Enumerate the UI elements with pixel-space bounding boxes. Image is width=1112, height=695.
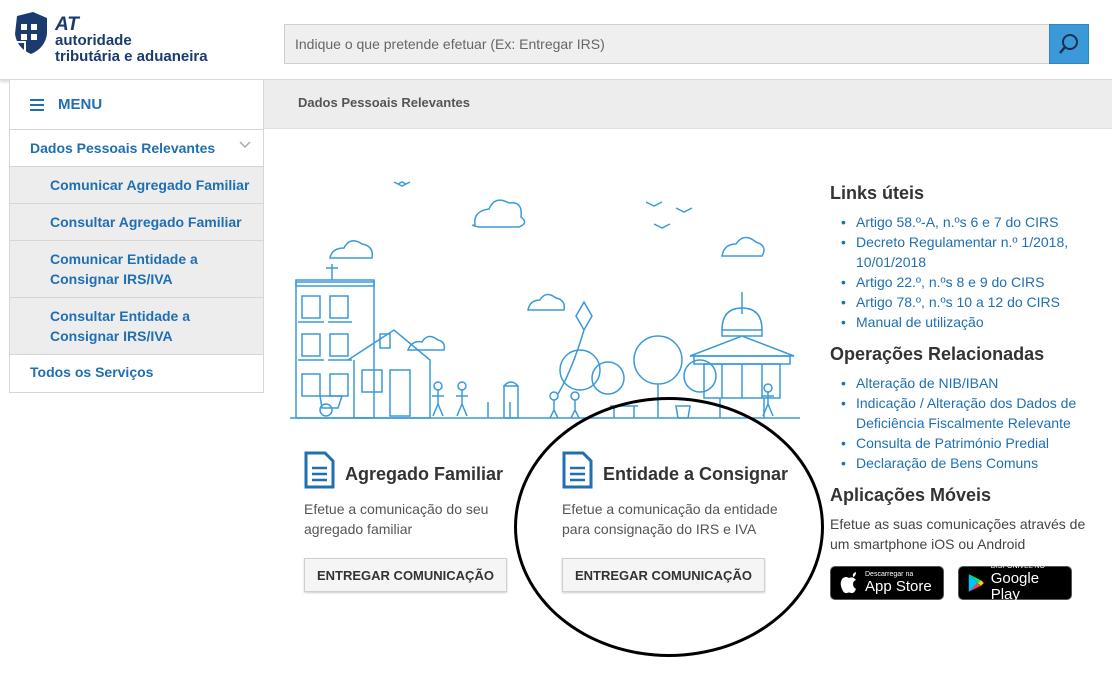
card-title: Entidade a Consignar (603, 464, 789, 484)
apps-description: Efetue as suas comunicações através de u… (830, 516, 1086, 552)
right-column: Links úteis Artigo 58.º-A, n.ºs 6 e 7 do… (830, 183, 1100, 603)
link[interactable]: Indicação / Alteração dos Dados de Defic… (856, 395, 1076, 431)
operacoes-title: Operações Relacionadas (830, 344, 1045, 364)
list-item[interactable]: Artigo 58.º-A, n.ºs 6 e 7 do CIRS (841, 212, 1100, 232)
breadcrumb-bar: Dados Pessoais Relevantes (264, 80, 1112, 129)
operacoes-list: Alteração de NIB/IBAN Indicação / Altera… (830, 373, 1100, 473)
list-item[interactable]: Manual de utilização (841, 312, 1100, 332)
sidebar-item-dados-pessoais[interactable]: Dados Pessoais Relevantes (10, 130, 263, 167)
breadcrumb: Dados Pessoais Relevantes (298, 95, 470, 110)
link[interactable]: Artigo 22.º, n.ºs 8 e 9 do CIRS (856, 274, 1044, 290)
apps-title: Aplicações Móveis (830, 485, 992, 505)
search-button[interactable] (1049, 24, 1089, 64)
sidebar-item-todos-servicos[interactable]: Todos os Serviços (10, 355, 263, 391)
list-item[interactable]: Indicação / Alteração dos Dados de Defic… (841, 393, 1100, 433)
logo-line-1: AT (55, 14, 79, 35)
sidebar-item-consultar-agregado[interactable]: Consultar Agregado Familiar (10, 204, 263, 241)
entregar-comunicacao-button[interactable]: ENTREGAR COMUNICAÇÃO (562, 558, 765, 592)
link[interactable]: Declaração de Bens Comuns (856, 455, 1038, 471)
apple-icon (840, 572, 856, 594)
google-play-big: Google Play (990, 570, 1040, 603)
list-item[interactable]: Consulta de Património Predial (841, 433, 1100, 453)
card-title: Agregado Familiar (345, 464, 504, 484)
app-store-big: App Store (865, 578, 932, 595)
list-item[interactable]: Declaração de Bens Comuns (841, 453, 1100, 473)
document-icon (304, 451, 335, 489)
search-bar (284, 24, 1089, 64)
list-item[interactable]: Decreto Regulamentar n.º 1/2018, 10/01/2… (841, 232, 1100, 272)
logo-text: AT autoridade tributária e aduaneira (55, 14, 208, 65)
menu-label: MENU (58, 96, 103, 113)
link[interactable]: Artigo 58.º-A, n.ºs 6 e 7 do CIRS (856, 214, 1058, 230)
list-item[interactable]: Artigo 78.º, n.ºs 10 a 12 do CIRS (841, 292, 1100, 312)
card-agregado-familiar: Agregado Familiar Efetue a comunicação d… (304, 451, 544, 596)
sidebar-item-consultar-entidade[interactable]: Consultar Entidade a Consignar IRS/IVA (10, 298, 263, 355)
logo-line-3: tributária e aduaneira (55, 48, 208, 65)
search-input[interactable] (285, 25, 1050, 63)
card-description: Efetue a comunicação da entidade para co… (562, 501, 778, 537)
document-icon (562, 451, 593, 489)
link[interactable]: Decreto Regulamentar n.º 1/2018, 10/01/2… (856, 234, 1068, 270)
search-icon (1059, 34, 1078, 54)
menu-toggle[interactable]: MENU (10, 80, 263, 130)
links-uteis-list: Artigo 58.º-A, n.ºs 6 e 7 do CIRS Decret… (830, 212, 1100, 332)
header: AT autoridade tributária e aduaneira (0, 0, 1112, 80)
card-description: Efetue a comunicação do seu agregado fam… (304, 501, 489, 537)
sidebar: MENU Dados Pessoais Relevantes Comunicar… (9, 80, 264, 393)
chevron-down-icon (239, 141, 251, 149)
app-store-badge[interactable]: Descarregar na App Store (830, 566, 944, 600)
link[interactable]: Alteração de NIB/IBAN (856, 375, 998, 391)
city-illustration (290, 181, 800, 419)
list-item[interactable]: Alteração de NIB/IBAN (841, 373, 1100, 393)
sidebar-item-comunicar-entidade[interactable]: Comunicar Entidade a Consignar IRS/IVA (10, 241, 263, 298)
sidebar-item-comunicar-agregado[interactable]: Comunicar Agregado Familiar (10, 167, 263, 204)
logo-line-2: autoridade (55, 32, 132, 49)
at-logo-mark-icon (15, 12, 47, 54)
card-entidade-consignar: Entidade a Consignar Efetue a comunicaçã… (562, 451, 802, 596)
link[interactable]: Consulta de Património Predial (856, 435, 1049, 451)
google-play-icon (968, 574, 984, 592)
list-item[interactable]: Artigo 22.º, n.ºs 8 e 9 do CIRS (841, 272, 1100, 292)
link[interactable]: Artigo 78.º, n.ºs 10 a 12 do CIRS (856, 294, 1060, 310)
entregar-comunicacao-button[interactable]: ENTREGAR COMUNICAÇÃO (304, 558, 507, 592)
google-play-badge[interactable]: DISPONÍVEL NO Google Play (958, 563, 1072, 603)
hamburger-icon (30, 98, 44, 111)
links-uteis-title: Links úteis (830, 183, 925, 203)
app-badges: Descarregar na App Store DISPONÍVEL NO G… (830, 563, 1100, 603)
sidebar-item-label: Dados Pessoais Relevantes (30, 140, 216, 156)
at-logo[interactable]: AT autoridade tributária e aduaneira (11, 12, 231, 70)
link[interactable]: Manual de utilização (856, 314, 984, 330)
